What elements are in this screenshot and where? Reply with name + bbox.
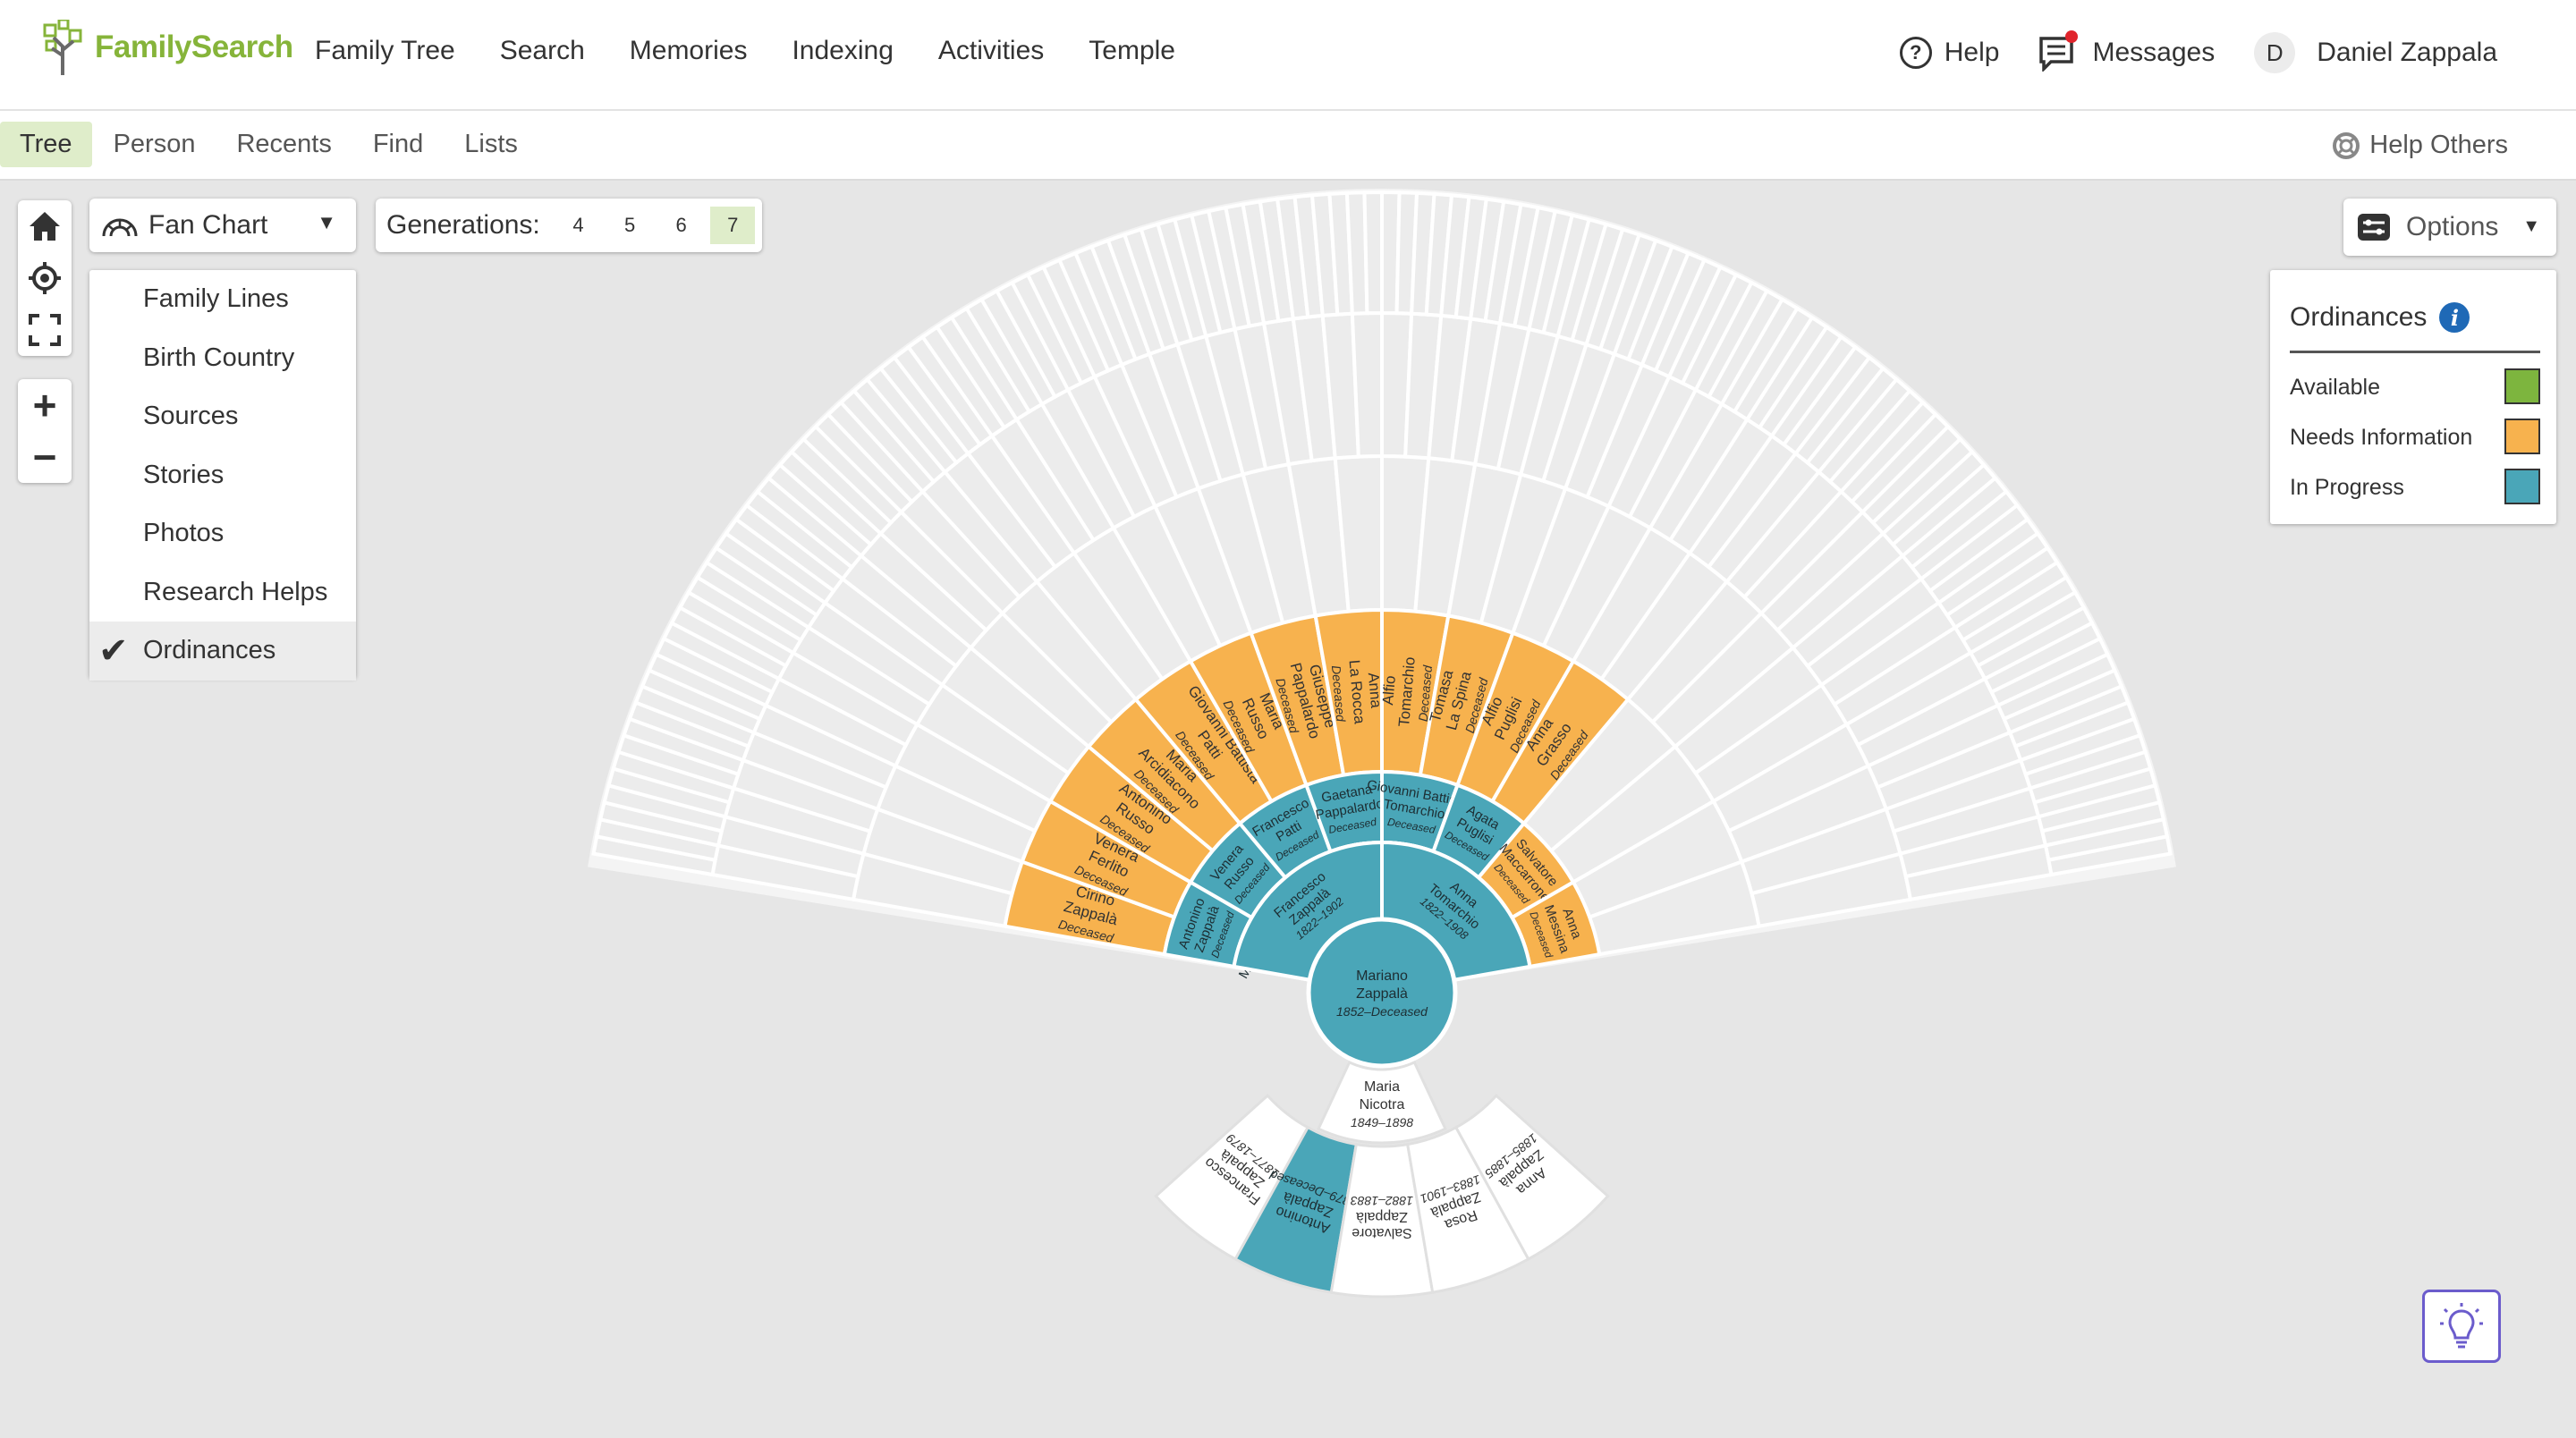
menu-item-stories[interactable]: Stories [89, 446, 356, 505]
dropdown-caret-icon: ▼ [317, 211, 336, 233]
ancestor-cell[interactable] [1350, 310, 1384, 459]
generation-option-5[interactable]: 5 [607, 207, 652, 244]
root-dates: 1852–Deceased [1336, 1004, 1428, 1019]
menu-item-family-lines[interactable]: Family Lines [89, 270, 356, 329]
generations-label: Generations: [386, 210, 540, 240]
menu-item-research-helps[interactable]: Research Helps [89, 563, 356, 622]
ancestor-cell[interactable] [1362, 190, 1384, 316]
legend-row-available: Available [2290, 368, 2540, 406]
chart-type-label: Fan Chart [148, 210, 268, 240]
info-icon[interactable]: i [2439, 302, 2470, 333]
child-dates: 1882–1883 [1351, 1194, 1413, 1208]
options-button[interactable]: Options ▼ [2343, 199, 2556, 256]
legend-divider [2290, 351, 2540, 353]
legend-title: Ordinances i [2290, 302, 2470, 333]
root-name: Mariano [1356, 969, 1408, 984]
cell-shape [1350, 310, 1384, 459]
generation-option-4[interactable]: 4 [556, 207, 601, 244]
menu-item-ordinances[interactable]: ✔ Ordinances [89, 622, 356, 681]
menu-item-sources[interactable]: Sources [89, 387, 356, 446]
menu-item-label: Photos [143, 519, 225, 548]
legend-label: Available [2290, 374, 2381, 400]
generation-option-6[interactable]: 6 [659, 207, 704, 244]
legend-swatch [2504, 419, 2540, 454]
options-label: Options [2406, 212, 2499, 241]
menu-item-photos[interactable]: Photos [89, 504, 356, 563]
plus-icon: + [32, 382, 57, 428]
legend-label: In Progress [2290, 474, 2404, 500]
navigation-tools [18, 200, 72, 356]
menu-item-label: Ordinances [143, 636, 276, 665]
fan-chart-icon [102, 218, 138, 237]
generations-selector: Generations: 4 5 6 7 [376, 199, 762, 252]
zoom-controls: + − [18, 379, 72, 483]
menu-item-label: Stories [143, 460, 225, 489]
child-name: Salvatore [1352, 1225, 1412, 1240]
root-name: Zappalà [1356, 986, 1408, 1002]
legend-label: Needs Information [2290, 424, 2473, 450]
checkmark-icon: ✔ [98, 631, 129, 671]
legend-title-text: Ordinances [2290, 302, 2428, 332]
tips-button[interactable] [2422, 1290, 2501, 1363]
home-icon [30, 212, 60, 241]
generation-option-7[interactable]: 7 [710, 207, 755, 244]
ordinances-legend: Ordinances i Available Needs Information … [2270, 270, 2556, 524]
legend-swatch [2504, 368, 2540, 404]
menu-item-label: Sources [143, 402, 239, 431]
legend-row-in-progress: In Progress [2290, 469, 2540, 506]
legend-row-needs-information: Needs Information [2290, 419, 2540, 456]
home-button[interactable] [18, 200, 72, 252]
root-person[interactable]: Mariano Zappalà 1852–Deceased [1306, 917, 1458, 1069]
spouse-name: Nicotra [1360, 1097, 1405, 1112]
child-name: Zappalà [1356, 1209, 1408, 1224]
child-label: SalvatoreZappalà1882–1883 [1351, 1194, 1413, 1240]
menu-item-birth-country[interactable]: Birth Country [89, 329, 356, 388]
sliders-icon [2358, 214, 2390, 241]
recenter-button[interactable] [18, 252, 72, 304]
dropdown-caret-icon: ▼ [2522, 216, 2540, 236]
menu-item-label: Family Lines [143, 284, 289, 314]
ancestor-name: Alfio [1379, 675, 1399, 706]
spouse-cell[interactable]: Maria Nicotra 1849–1898 [1317, 1060, 1447, 1145]
crosshair-icon [29, 262, 61, 294]
fullscreen-icon [29, 314, 61, 346]
zoom-in-button[interactable]: + [18, 379, 72, 431]
zoom-out-button[interactable]: − [18, 431, 72, 483]
menu-item-label: Birth Country [143, 343, 295, 372]
spouse-dates: 1849–1898 [1351, 1115, 1413, 1129]
menu-item-label: Research Helps [143, 577, 328, 606]
view-menu: Family Lines Birth Country Sources Stori… [89, 270, 356, 681]
legend-swatch [2504, 469, 2540, 504]
minus-icon: − [32, 434, 57, 480]
lightbulb-icon [2440, 1303, 2483, 1349]
cell-shape [1362, 190, 1384, 316]
spouse-name: Maria [1364, 1079, 1400, 1095]
fullscreen-button[interactable] [18, 304, 72, 356]
chart-type-select[interactable]: Fan Chart ▼ [89, 199, 356, 252]
